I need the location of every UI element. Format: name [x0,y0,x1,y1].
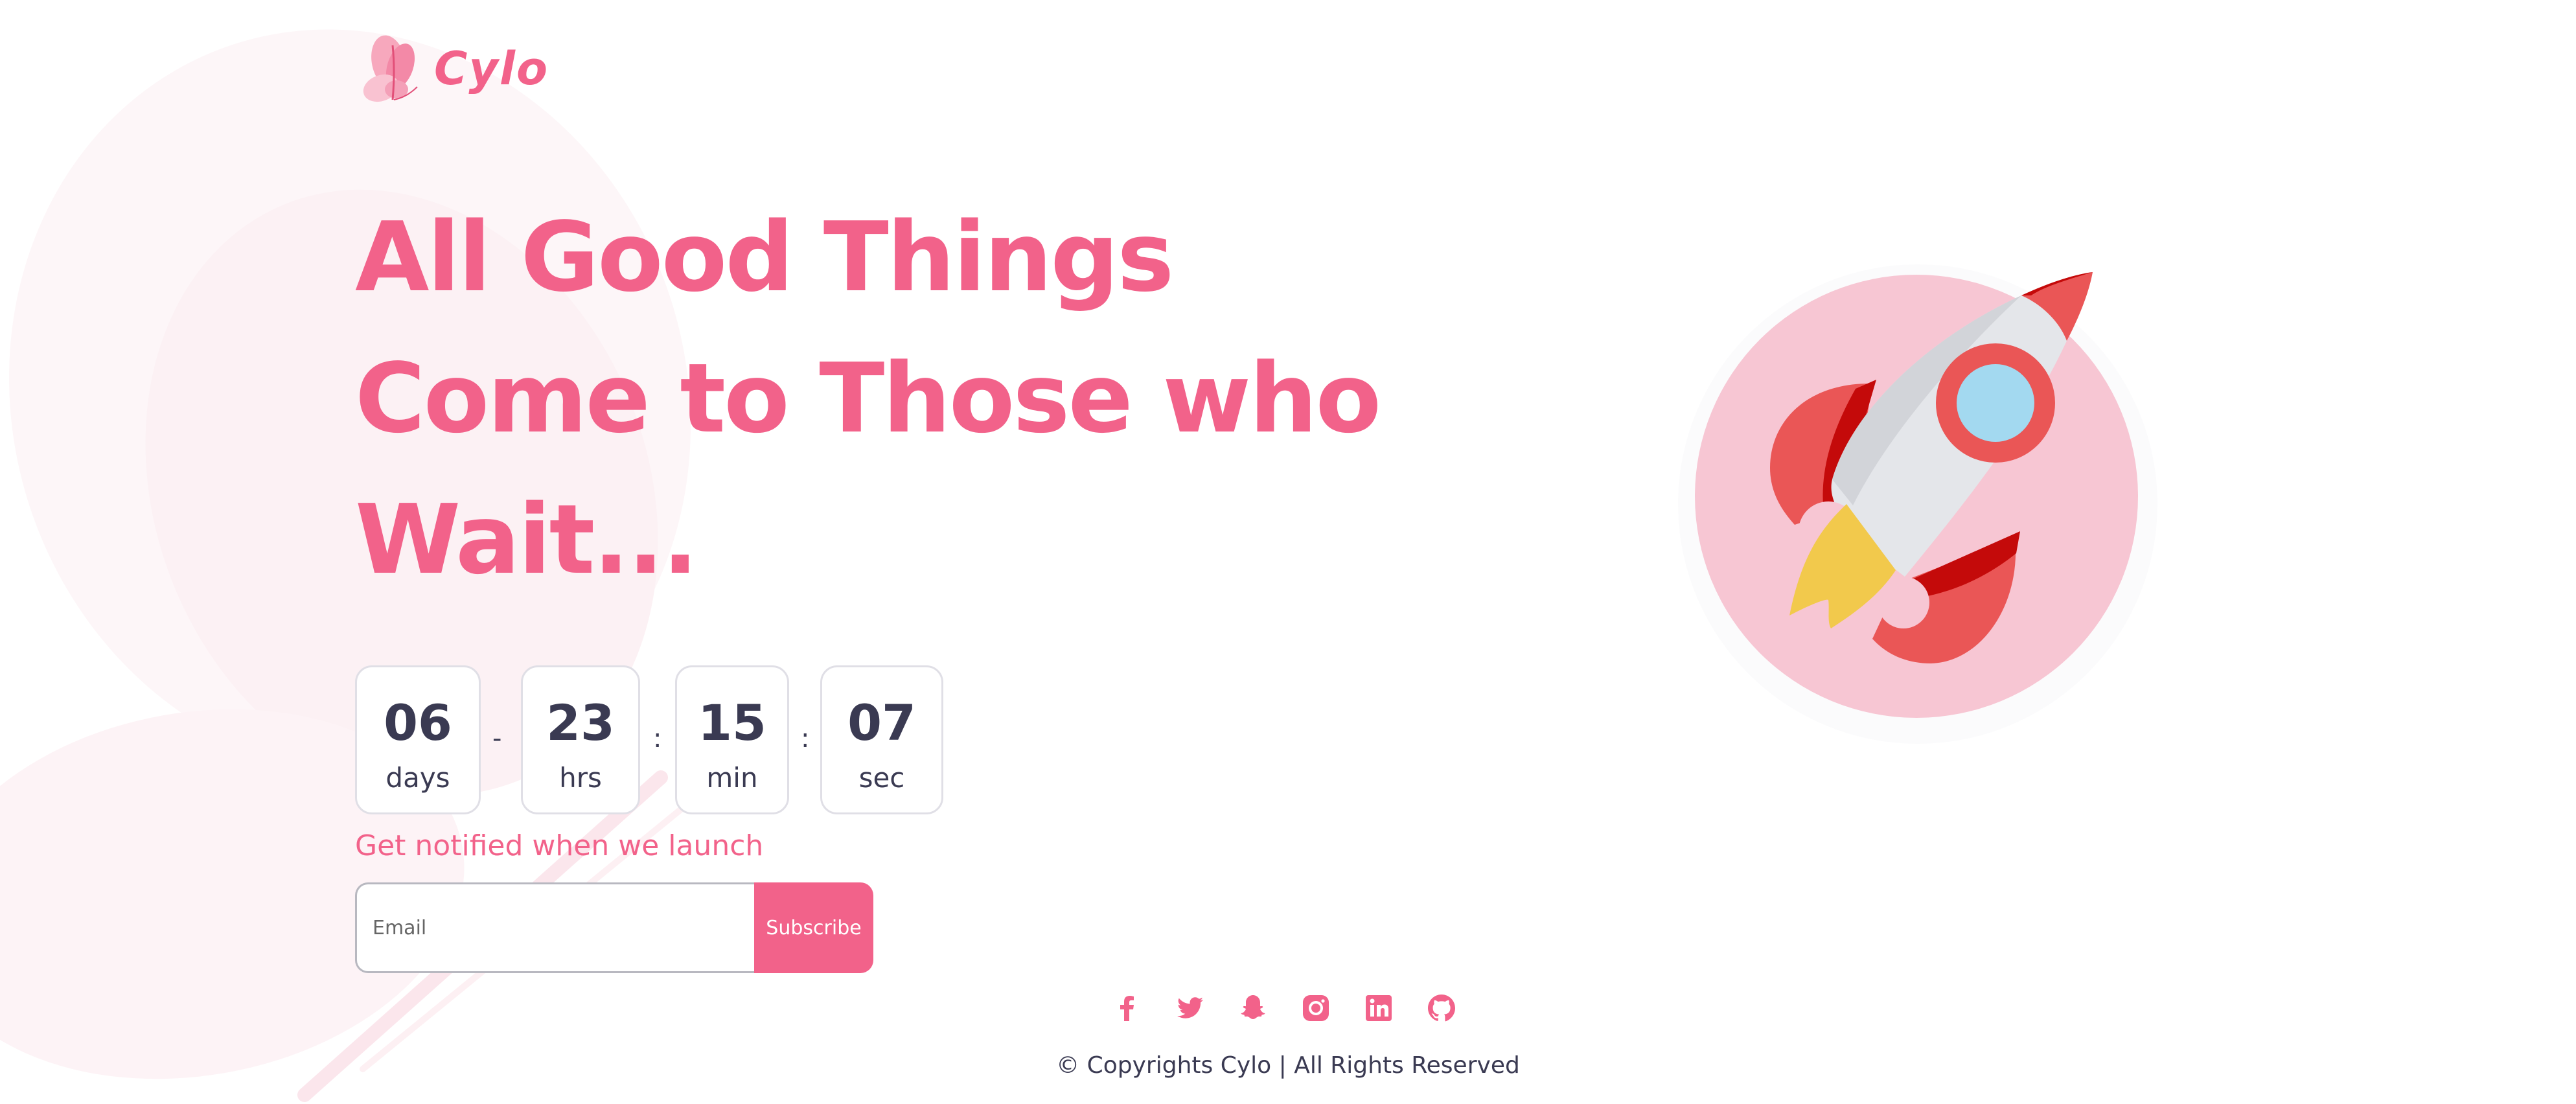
countdown-seconds: 07 sec [820,665,943,814]
subscribe-button[interactable]: Subscribe [754,882,873,973]
coming-soon-page: Cylo All Good Things Come to Those who W… [0,0,2576,1104]
facebook-icon[interactable] [1112,993,1143,1024]
countdown-minutes: 15 min [675,665,789,814]
countdown-hours-label: hrs [559,762,602,794]
notify-text: Get notified when we launch [355,829,764,862]
github-icon[interactable] [1426,993,1457,1024]
countdown-days-value: 06 [384,694,452,752]
brand-name: Cylo [434,42,549,95]
copyright-text: © Copyrights Cylo | All Rights Reserved [1056,1052,1520,1079]
countdown-minutes-value: 15 [698,694,766,752]
rocket-icon [1678,264,2157,744]
headline-line: All Good Things [355,201,1174,313]
email-input[interactable] [355,882,754,973]
countdown-separator: - [492,724,502,753]
headline-line: Wait... [355,484,698,595]
instagram-icon[interactable] [1300,993,1331,1024]
social-links [1112,987,1457,1029]
snapchat-icon[interactable] [1237,993,1269,1024]
countdown-days-label: days [385,762,450,794]
countdown-hours: 23 hrs [521,665,640,814]
countdown-seconds-value: 07 [847,694,916,752]
countdown-days: 06 days [355,665,481,814]
countdown-seconds-label: sec [858,762,905,794]
linkedin-icon[interactable] [1363,993,1394,1024]
headline-line: Come to Those who [355,343,1381,454]
countdown-hours-value: 23 [546,694,615,752]
countdown-minutes-label: min [706,762,758,794]
countdown-separator: : [801,724,810,753]
page-headline: All Good Things Come to Those who Wait..… [355,187,1381,610]
butterfly-icon [363,35,418,102]
countdown-separator: : [653,724,662,753]
brand-logo[interactable]: Cylo [355,32,549,105]
twitter-icon[interactable] [1175,993,1206,1024]
subscribe-form: Subscribe [355,882,873,973]
